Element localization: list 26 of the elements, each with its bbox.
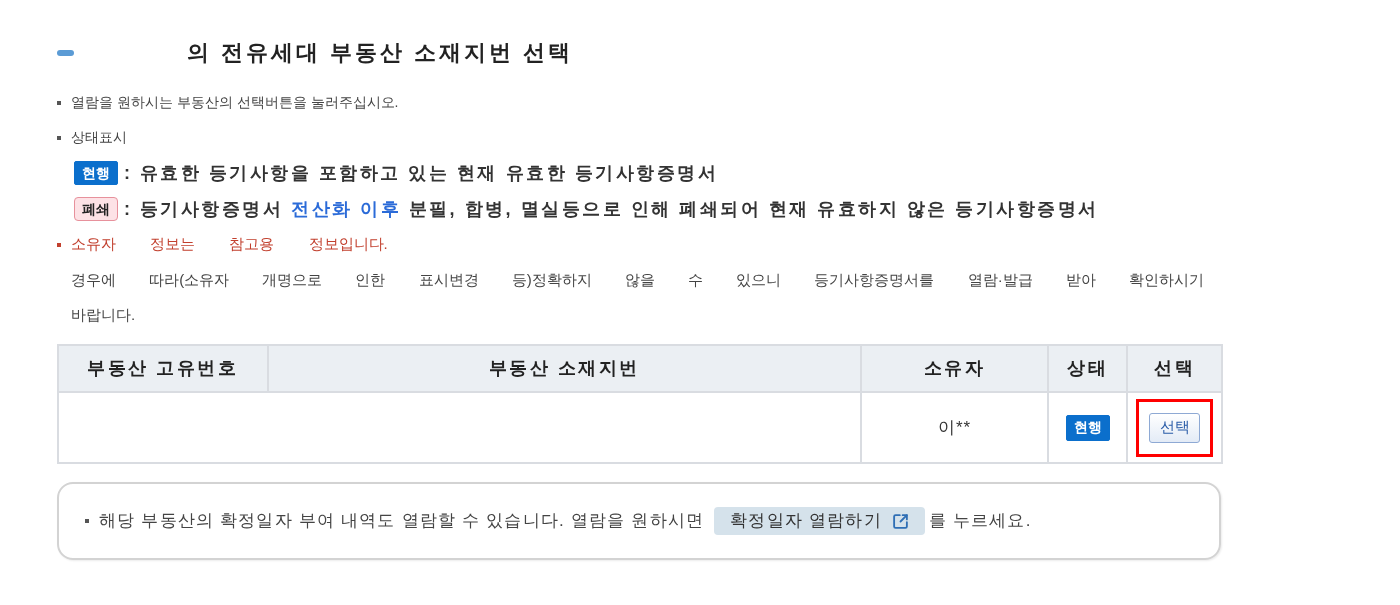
bullet-icon — [57, 242, 61, 247]
instruction-text: 열람을 원하시는 부동산의 선택버튼을 눌러주십시오. — [71, 93, 399, 112]
page-title: 의 전유세대 부동산 소재지번 선택 — [187, 39, 574, 67]
bullet-icon — [57, 135, 61, 140]
column-header: 부동산 고유번호 — [58, 345, 268, 392]
dash-icon — [57, 50, 74, 56]
view-date-button[interactable]: 확정일자 열람하기 — [714, 507, 925, 535]
bullet-icon — [85, 519, 89, 523]
warning-text: 소유자 정보는 참고용 정보입니다. — [71, 234, 388, 255]
column-header: 선택 — [1127, 345, 1222, 392]
column-header: 상태 — [1048, 345, 1127, 392]
notice-paragraph: 경우에 따라(소유자 개명으로 인한 표시변경 등)정확하지 않을 수 있으니 등기사항증명서를 열람·발급 받아 확인하시기 바랍니다. — [71, 270, 1204, 325]
status-badge: 현행 — [1065, 414, 1110, 441]
status-badge: 현행 — [74, 161, 118, 185]
column-header: 소유자 — [861, 345, 1048, 392]
status-badge: 폐쇄 — [74, 197, 118, 221]
legend-description: : 유효한 등기사항을 포함하고 있는 현재 유효한 등기사항증명서 — [124, 161, 718, 185]
bullet-icon — [57, 100, 61, 105]
notice-text: 를 누르세요. — [928, 510, 1032, 533]
legend-description: : 등기사항증명서 전산화 이후 분필, 합병, 멸실등으로 인해 폐쇄되어 현재 유효하지 않은 등기사항증명서 — [124, 197, 1099, 221]
external-link-icon — [891, 512, 909, 530]
instruction-text: 상태표시 — [71, 128, 127, 147]
notice-text: 해당 부동산의 확정일자 부여 내역도 열람할 수 있습니다. 열람을 원하시면 — [99, 510, 705, 533]
owner-name: 이** — [937, 417, 972, 437]
column-header: 부동산 소재지번 — [268, 345, 861, 392]
select-button[interactable]: 선택 — [1149, 412, 1200, 443]
